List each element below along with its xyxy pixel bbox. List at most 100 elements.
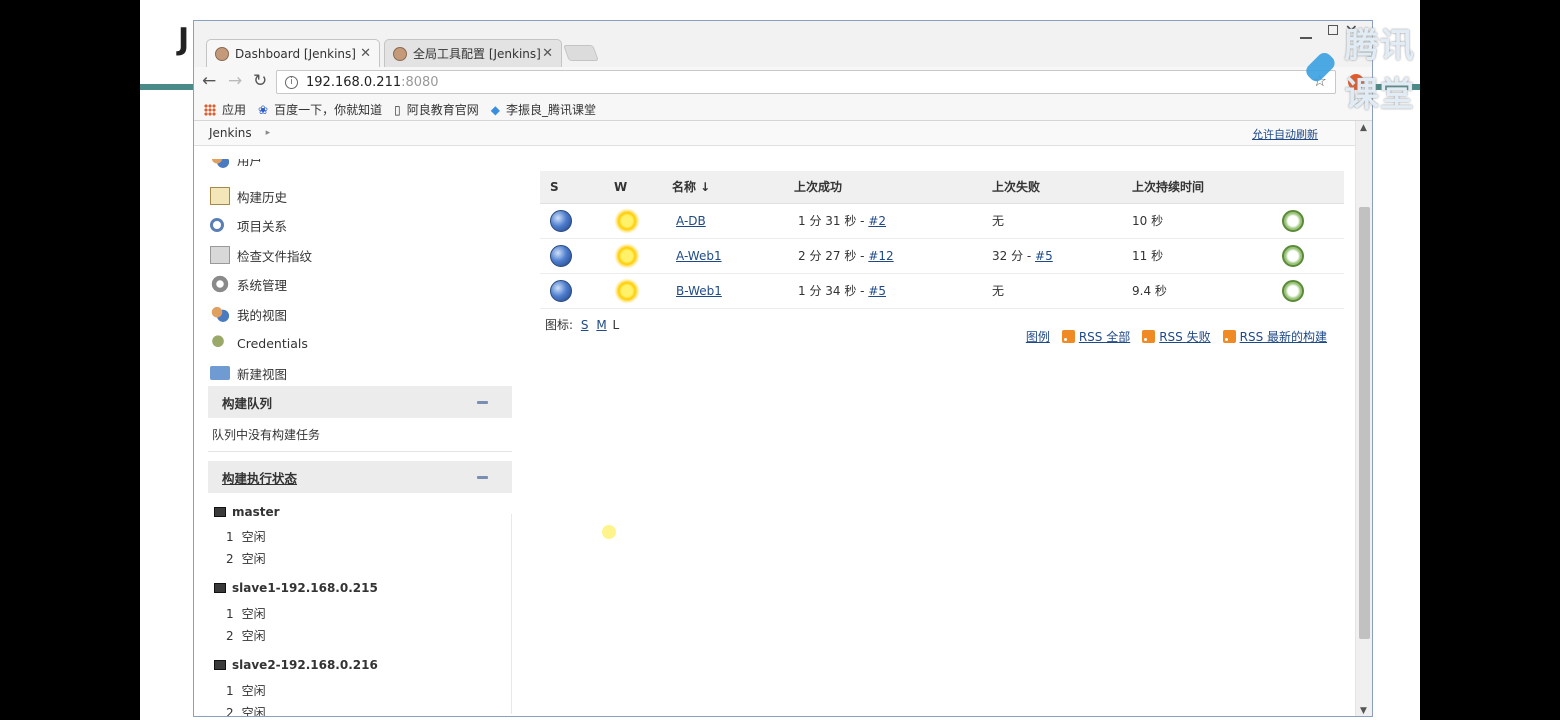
jobs-table: S W 名称 ↓ 上次成功 上次失败 上次持续时间 A-DB 1 分 31 秒 …: [540, 171, 1344, 309]
bookmark-tencent-class[interactable]: ◆ 李振良_腾讯课堂: [491, 101, 596, 118]
last-success-time: 2 分 27 秒 -: [798, 249, 869, 263]
back-icon[interactable]: ←: [202, 71, 216, 91]
job-link[interactable]: B-Web1: [676, 284, 722, 298]
last-failure-time: 32 分 -: [992, 249, 1036, 263]
build-queue-header[interactable]: 构建队列: [208, 386, 512, 418]
task-fingerprint[interactable]: 检查文件指纹: [210, 244, 312, 266]
col-name[interactable]: 名称 ↓: [662, 171, 784, 204]
reload-icon[interactable]: ↻: [253, 71, 267, 91]
icon-size-label: 图标:: [545, 318, 574, 332]
bookmark-label: 阿良教育官网: [406, 103, 479, 117]
task-manage-jenkins[interactable]: 系统管理: [210, 273, 287, 295]
rss-bar: 图例 RSS 全部 RSS 失败 RSS 最新的构建: [1026, 328, 1327, 345]
forward-icon[interactable]: →: [228, 71, 242, 91]
build-queue-title: 构建队列: [222, 395, 273, 411]
collapse-icon[interactable]: [477, 476, 488, 479]
bookmarks-bar: 应用 ❀ 百度一下，你就知道 ▯ 阿良教育官网 ◆ 李振良_腾讯课堂: [194, 99, 1372, 121]
browser-window: Dashboard [Jenkins] ✕ 全局工具配置 [Jenkins] ✕…: [193, 20, 1373, 717]
task-new-view[interactable]: 新建视图: [210, 362, 287, 384]
screen-stage: J Dashboard [Jenkins] ✕ 全局工具配置 [Jenkins]…: [140, 0, 1420, 720]
task-credentials[interactable]: Credentials: [210, 332, 308, 354]
task-my-views[interactable]: 我的视图: [210, 303, 287, 325]
pane-divider: [511, 514, 512, 714]
url-input[interactable]: i 192.168.0.211:8080 ☆: [276, 70, 1336, 94]
executor-title[interactable]: 构建执行状态: [222, 468, 297, 487]
executor-node[interactable]: slave2-192.168.0.216: [214, 658, 378, 672]
vertical-scrollbar[interactable]: ▲ ▼: [1355, 121, 1372, 716]
tencent-class-watermark: 腾讯课堂: [1303, 18, 1420, 116]
task-label: 项目关系: [237, 218, 288, 234]
status-blue-ball-icon: [550, 279, 572, 302]
scroll-thumb[interactable]: [1359, 207, 1370, 639]
rss-icon: [1142, 330, 1156, 343]
bookmark-label: 百度一下，你就知道: [274, 103, 383, 117]
bookmark-apps[interactable]: 应用: [204, 101, 246, 118]
icon-size-l: L: [612, 318, 620, 332]
job-link[interactable]: A-Web1: [676, 249, 722, 263]
bookmark-aliang[interactable]: ▯ 阿良教育官网: [394, 101, 479, 118]
schedule-build-icon[interactable]: [1282, 244, 1304, 267]
task-build-history[interactable]: 构建历史: [210, 185, 287, 207]
bookmark-label: 李振良_腾讯课堂: [505, 103, 596, 117]
build-link[interactable]: #5: [868, 284, 886, 298]
legend-link[interactable]: 图例: [1026, 328, 1050, 345]
executor-slot: 2 空闲: [226, 706, 266, 717]
node-name: slave1-192.168.0.215: [232, 581, 378, 595]
task-project-relationship[interactable]: 项目关系: [210, 214, 287, 236]
scroll-up-icon[interactable]: ▲: [1360, 123, 1367, 133]
close-tab-icon[interactable]: ✕: [360, 46, 371, 61]
tencent-class-logo-icon: [1303, 49, 1338, 85]
schedule-build-icon[interactable]: [1282, 209, 1304, 232]
executor-slot: 1 空闲: [226, 530, 266, 544]
node-name: slave2-192.168.0.216: [232, 658, 378, 672]
task-label: 新建视图: [237, 366, 288, 382]
bookmark-baidu[interactable]: ❀ 百度一下，你就知道: [258, 101, 382, 118]
icon-size-s[interactable]: S: [581, 318, 589, 332]
scroll-down-icon[interactable]: ▼: [1360, 706, 1367, 716]
close-tab-icon[interactable]: ✕: [542, 46, 553, 61]
tab-global-tool-config[interactable]: 全局工具配置 [Jenkins] ✕: [384, 39, 562, 67]
col-build: [1272, 171, 1344, 204]
new-tab-button[interactable]: [563, 45, 599, 61]
executor-node[interactable]: master: [214, 505, 280, 519]
executor-header[interactable]: 构建执行状态: [208, 461, 512, 493]
task-label: 构建历史: [237, 189, 288, 205]
breadcrumb-arrow-icon[interactable]: ▸: [266, 128, 271, 138]
table-row: B-Web1 1 分 34 秒 - #5 无 9.4 秒: [540, 273, 1344, 309]
rss-all-link[interactable]: RSS 全部: [1061, 328, 1130, 345]
build-link[interactable]: #2: [868, 214, 886, 228]
bookmark-label: 应用: [222, 103, 247, 117]
cursor-highlight: [602, 525, 616, 539]
col-weather[interactable]: W: [604, 171, 662, 204]
jobs-table-header: S W 名称 ↓ 上次成功 上次失败 上次持续时间: [540, 171, 1344, 204]
table-row: A-DB 1 分 31 秒 - #2 无 10 秒: [540, 203, 1344, 239]
breadcrumb-jenkins[interactable]: Jenkins: [209, 126, 252, 140]
col-last-duration[interactable]: 上次持续时间: [1122, 171, 1272, 204]
col-last-failure[interactable]: 上次失败: [982, 171, 1122, 204]
executor-node[interactable]: slave1-192.168.0.215: [214, 581, 378, 595]
users-icon: [210, 159, 230, 169]
task-users[interactable]: 用户: [210, 159, 262, 169]
auto-refresh-link[interactable]: 允许自动刷新: [1252, 126, 1318, 142]
address-bar: ← → ↻ i 192.168.0.211:8080 ☆: [194, 67, 1372, 99]
col-last-success[interactable]: 上次成功: [784, 171, 982, 204]
job-link[interactable]: A-DB: [676, 214, 706, 228]
rss-failed-link[interactable]: RSS 失败: [1142, 328, 1211, 345]
tab-dashboard[interactable]: Dashboard [Jenkins] ✕: [206, 39, 380, 67]
executor-slot: 1 空闲: [226, 607, 266, 621]
schedule-build-icon[interactable]: [1282, 279, 1304, 302]
weather-sunny-icon: [614, 207, 640, 234]
collapse-icon[interactable]: [477, 401, 488, 404]
weather-sunny-icon: [614, 277, 640, 304]
icon-size-selector: 图标: S M L: [545, 316, 619, 333]
executor-slot: 2 空闲: [226, 552, 266, 566]
build-link[interactable]: #5: [1035, 249, 1053, 263]
build-link[interactable]: #12: [868, 249, 893, 263]
folder-icon: [210, 366, 230, 380]
col-status[interactable]: S: [540, 171, 604, 204]
watermark-text: 腾讯课堂: [1344, 26, 1415, 115]
info-icon[interactable]: i: [285, 75, 298, 89]
icon-size-m[interactable]: M: [596, 318, 606, 332]
last-failure-time: 无: [992, 284, 1005, 298]
rss-latest-link[interactable]: RSS 最新的构建: [1222, 328, 1327, 345]
